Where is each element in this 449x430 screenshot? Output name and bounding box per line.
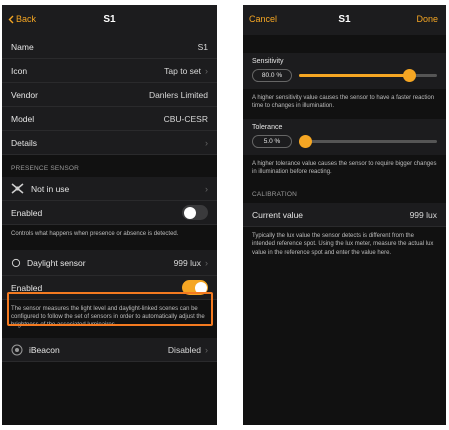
daylight-sensor-icon: [11, 258, 21, 267]
current-value-label: Current value: [252, 209, 304, 220]
daylight-enabled-row: Enabled: [2, 276, 217, 301]
slider-thumb[interactable]: [402, 69, 416, 82]
presence-mode-row[interactable]: Not in use ›: [2, 177, 217, 201]
vendor-label: Vendor: [11, 89, 38, 100]
model-row: Model CBU-CESR: [2, 107, 217, 131]
sensitivity-block: Sensitivity 80.0 %: [243, 53, 446, 89]
sensitivity-title: Sensitivity: [252, 58, 284, 65]
current-value[interactable]: 999 lux: [410, 210, 437, 220]
name-value: S1: [197, 41, 208, 52]
toggle-knob: [194, 281, 207, 294]
daylight-sensor-screen: Cancel S1 Done Sensitivity 80.0 % A high…: [243, 5, 446, 425]
daylight-sensor-row[interactable]: Daylight sensor 999 lux ›: [2, 250, 217, 277]
presence-enabled-toggle[interactable]: [182, 205, 208, 220]
presence-sensor-icon: [11, 183, 24, 194]
calibration-note: Typically the lux value the sensor detec…: [252, 233, 434, 256]
daylight-enabled-toggle[interactable]: [182, 280, 208, 296]
tolerance-value[interactable]: 5.0 %: [252, 135, 292, 149]
chevron-right-icon: ›: [205, 183, 208, 194]
slider-fill: [299, 74, 410, 77]
daylight-note: The sensor measures the light level and …: [11, 306, 205, 329]
nav-bar: Cancel S1 Done: [243, 5, 446, 35]
ibeacon-row[interactable]: iBeacon Disabled ›: [2, 338, 217, 363]
daylight-enabled-label: Enabled: [11, 282, 43, 293]
icon-value: Tap to set: [164, 65, 201, 76]
presence-section-header: PRESENCE SENSOR: [11, 165, 80, 172]
tolerance-note: A higher tolerance value causes the sens…: [252, 161, 437, 176]
presence-note: Controls what happens when presence or a…: [11, 231, 179, 237]
chevron-right-icon: ›: [205, 137, 208, 148]
presence-mode-label: Not in use: [31, 183, 70, 194]
tolerance-title: Tolerance: [252, 124, 283, 132]
sensitivity-slider[interactable]: [299, 69, 437, 82]
name-row[interactable]: Name S1: [2, 35, 217, 59]
tolerance-slider[interactable]: [299, 135, 437, 149]
ibeacon-label: iBeacon: [29, 344, 60, 355]
toggle-knob: [183, 206, 196, 219]
slider-thumb[interactable]: [299, 135, 313, 149]
sensitivity-value[interactable]: 80.0 %: [252, 69, 292, 82]
ibeacon-value: Disabled: [167, 344, 201, 355]
vendor-row: Vendor Danlers Limited: [2, 83, 217, 107]
tolerance-block: Tolerance 5.0 %: [243, 119, 446, 156]
chevron-right-icon: ›: [205, 344, 208, 355]
sensor-settings-screen: Back S1 Name S1 Icon Tap to set › Vendor…: [2, 5, 217, 425]
daylight-sensor-label: Daylight sensor: [27, 257, 86, 268]
nav-bar: Back S1: [2, 5, 217, 35]
chevron-right-icon: ›: [205, 257, 208, 268]
details-row[interactable]: Details ›: [2, 131, 217, 155]
vendor-value: Danlers Limited: [148, 89, 208, 100]
model-value: CBU-CESR: [163, 113, 208, 124]
page-title: S1: [103, 14, 116, 25]
icon-row[interactable]: Icon Tap to set ›: [2, 59, 217, 83]
sensitivity-note: A higher sensitivity value causes the se…: [252, 95, 435, 110]
done-button[interactable]: Done: [416, 14, 438, 24]
chevron-right-icon: ›: [205, 65, 208, 76]
daylight-sensor-value: 999 lux: [173, 257, 201, 268]
presence-enabled-row: Enabled: [2, 201, 217, 225]
name-label: Name: [11, 41, 34, 52]
icon-label: Icon: [11, 65, 28, 76]
calibration-section-header: CALIBRATION: [252, 191, 298, 199]
ibeacon-icon: [11, 344, 23, 356]
details-label: Details: [11, 137, 37, 148]
presence-enabled-label: Enabled: [11, 207, 43, 218]
current-value-row[interactable]: Current value 999 lux: [243, 203, 446, 228]
model-label: Model: [11, 113, 35, 124]
